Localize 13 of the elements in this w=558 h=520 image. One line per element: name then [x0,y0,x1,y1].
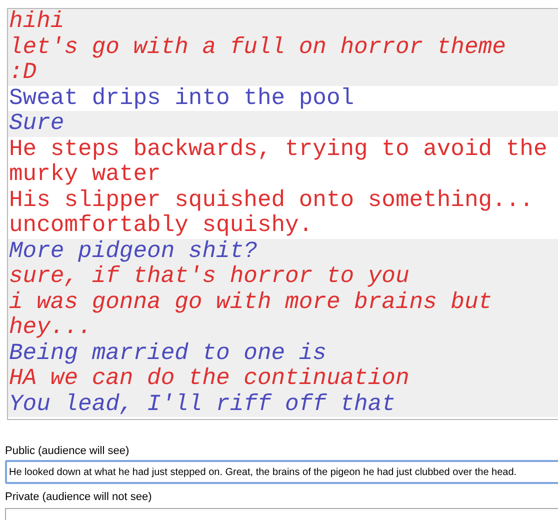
chat-message: i was gonna go with more brains but hey... [8,290,558,340]
chat-message: You lead, I'll riff off that [8,392,558,417]
public-input-field[interactable]: He looked down at what he had just stepped on. Great, the brains of the pigeon he had just clubbed over the head. [5,460,558,484]
chat-message: :D [8,60,558,86]
field-label: Private (audience will not see) [5,490,152,504]
chat-message: Sure [8,111,558,136]
chat-message: let's go with a full on horror theme [8,34,558,60]
chat-message: hihi [8,9,558,34]
chat-message: More pidgeon shit? [8,238,558,264]
chat-message: HA we can do the continuation [8,366,558,392]
field-label: Public (audience will see) [5,444,130,458]
chat-message: Being married to one is [8,340,558,366]
chat-message: sure, if that's horror to you [8,264,558,290]
